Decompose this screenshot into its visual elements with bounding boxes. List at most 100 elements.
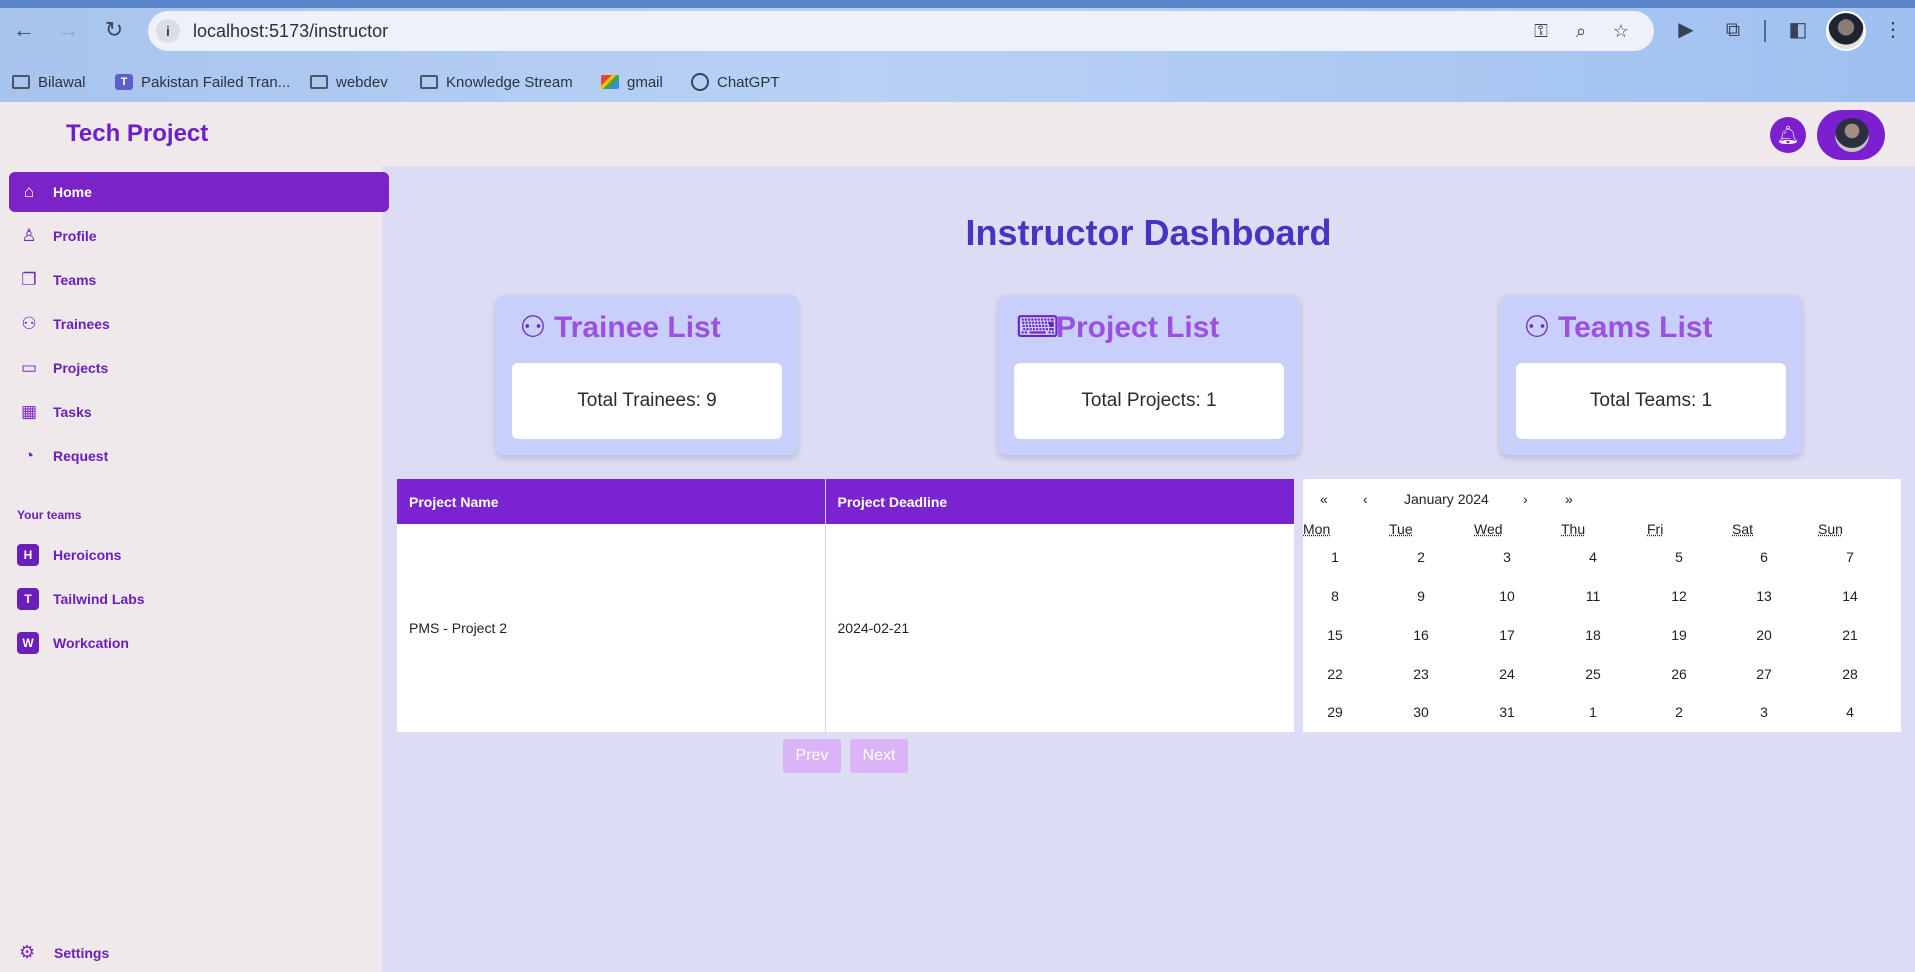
- bookmark-item[interactable]: Bilawal: [12, 70, 86, 94]
- card-title: Project List: [1056, 311, 1220, 344]
- home-icon: ⌂: [23, 182, 35, 201]
- calendar-first-button[interactable]: «: [1320, 491, 1328, 507]
- calendar-day[interactable]: 3: [1487, 549, 1527, 565]
- calendar-next-button[interactable]: ›: [1523, 491, 1528, 507]
- calendar-day[interactable]: 18: [1573, 627, 1613, 643]
- card-title: Trainee List: [554, 311, 721, 344]
- calendar-day[interactable]: 21: [1830, 627, 1870, 643]
- settings-link[interactable]: ⚙ Settings: [19, 942, 109, 963]
- sidebar-item-profile[interactable]: ♙ Profile: [9, 216, 389, 256]
- calendar-day[interactable]: 6: [1744, 549, 1784, 565]
- calendar-day[interactable]: 14: [1830, 588, 1870, 604]
- calendar-day[interactable]: 4: [1830, 704, 1870, 720]
- bookmark-item[interactable]: Knowledge Stream: [420, 70, 573, 94]
- calendar-day[interactable]: 12: [1659, 588, 1699, 604]
- calendar-day[interactable]: 23: [1401, 666, 1441, 682]
- project-list-card[interactable]: ⌨ Project List Total Projects: 1: [998, 295, 1300, 455]
- card-count: Total Teams: 1: [1516, 363, 1786, 439]
- user-avatar-button[interactable]: [1817, 110, 1885, 160]
- documents-icon: ❐: [21, 270, 37, 289]
- calendar-day[interactable]: 11: [1573, 588, 1613, 604]
- sidebar-item-teams[interactable]: ❐ Teams: [9, 260, 389, 300]
- menu-icon[interactable]: ⋮: [1880, 17, 1906, 43]
- users-icon: ⚇: [519, 311, 547, 344]
- calendar-day[interactable]: 28: [1830, 666, 1870, 682]
- calendar-day[interactable]: 2: [1401, 549, 1441, 565]
- trainee-list-card[interactable]: ⚇ Trainee List Total Trainees: 9: [496, 295, 798, 455]
- calendar-prev-button[interactable]: ‹: [1363, 491, 1368, 507]
- calendar-day[interactable]: 8: [1315, 588, 1355, 604]
- bookmark-item[interactable]: T Pakistan Failed Tran...: [115, 70, 290, 94]
- zoom-icon[interactable]: ⌕: [1569, 19, 1593, 43]
- bookmarks-bar: Bilawal T Pakistan Failed Tran... webdev…: [0, 62, 1915, 102]
- side-panel-icon[interactable]: ◧: [1785, 17, 1811, 43]
- bookmark-item[interactable]: webdev: [310, 70, 388, 94]
- calendar-day[interactable]: 30: [1401, 704, 1441, 720]
- sidebar: ⌂ Home ♙ Profile ❐ Teams ⚇ Trainees ▭ Pr…: [0, 166, 389, 972]
- calendar-day[interactable]: 4: [1573, 549, 1613, 565]
- calendar-day[interactable]: 3: [1744, 704, 1784, 720]
- address-bar[interactable]: i localhost:5173/instructor ⚿ ⌕ ☆: [148, 11, 1654, 51]
- sidebar-item-home[interactable]: ⌂ Home: [9, 172, 389, 212]
- sidebar-item-projects[interactable]: ▭ Projects: [9, 348, 389, 388]
- calendar-day[interactable]: 31: [1487, 704, 1527, 720]
- calendar-day[interactable]: 2: [1659, 704, 1699, 720]
- calendar-day[interactable]: 22: [1315, 666, 1355, 682]
- calendar-day[interactable]: 17: [1487, 627, 1527, 643]
- calendar-month-label[interactable]: January 2024: [1404, 491, 1489, 507]
- gmail-icon: [601, 75, 619, 89]
- key-icon[interactable]: ⚿: [1529, 19, 1553, 43]
- avatar: [1835, 118, 1869, 152]
- sidebar-item-request[interactable]: ◔ Request: [9, 436, 389, 476]
- team-link-workcation[interactable]: Workcation: [53, 635, 129, 651]
- calendar-day[interactable]: 20: [1744, 627, 1784, 643]
- calendar-day[interactable]: 27: [1744, 666, 1784, 682]
- sidebar-item-trainees[interactable]: ⚇ Trainees: [9, 304, 389, 344]
- users-icon: ⚇: [21, 314, 37, 333]
- user-icon: ♙: [21, 226, 37, 245]
- calendar-day[interactable]: 29: [1315, 704, 1355, 720]
- calendar-day[interactable]: 1: [1315, 549, 1355, 565]
- calendar-day[interactable]: 5: [1659, 549, 1699, 565]
- calendar-day[interactable]: 25: [1573, 666, 1613, 682]
- weekday-label: Thu: [1561, 521, 1586, 537]
- bookmark-star-icon[interactable]: ☆: [1609, 19, 1633, 43]
- calendar-last-button[interactable]: »: [1565, 491, 1573, 507]
- prev-button[interactable]: Prev: [783, 739, 841, 773]
- sidebar-item-tasks[interactable]: ▦ Tasks: [9, 392, 389, 432]
- column-header-project-deadline[interactable]: Project Deadline: [824, 479, 1294, 524]
- back-icon[interactable]: ←: [10, 16, 38, 44]
- teams-list-card[interactable]: ⚇ Teams List Total Teams: 1: [1500, 295, 1802, 455]
- calendar-day[interactable]: 7: [1830, 549, 1870, 565]
- calendar-day[interactable]: 19: [1659, 627, 1699, 643]
- folder-icon: ▭: [20, 358, 38, 377]
- bell-icon[interactable]: 🔔︎: [1770, 117, 1806, 153]
- calendar-day[interactable]: 16: [1401, 627, 1441, 643]
- team-link-tailwind-labs[interactable]: Tailwind Labs: [53, 591, 145, 607]
- column-header-project-name[interactable]: Project Name: [397, 479, 825, 524]
- bookmark-item[interactable]: ChatGPT: [691, 70, 780, 94]
- site-info-icon[interactable]: i: [156, 19, 180, 43]
- team-link-heroicons[interactable]: Heroicons: [53, 547, 121, 563]
- calendar-day[interactable]: 10: [1487, 588, 1527, 604]
- next-button[interactable]: Next: [850, 739, 908, 773]
- project-deadline-cell: 2024-02-21: [824, 524, 1294, 732]
- weekday-label: Mon: [1303, 521, 1331, 537]
- calendar-day[interactable]: 9: [1401, 588, 1441, 604]
- calendar-day[interactable]: 24: [1487, 666, 1527, 682]
- camera-icon[interactable]: ▶: [1673, 17, 1699, 43]
- card-count: Total Trainees: 9: [512, 363, 782, 439]
- forward-icon[interactable]: →: [54, 16, 82, 44]
- brand-title[interactable]: Tech Project: [66, 120, 208, 148]
- calendar-day[interactable]: 13: [1744, 588, 1784, 604]
- calendar-day[interactable]: 26: [1659, 666, 1699, 682]
- extensions-icon[interactable]: ⧉: [1720, 17, 1746, 43]
- page-title: Instructor Dashboard: [965, 212, 1332, 253]
- calendar-day[interactable]: 1: [1573, 704, 1613, 720]
- tab-strip: [0, 0, 1915, 8]
- bookmark-item[interactable]: gmail: [601, 70, 663, 94]
- reload-icon[interactable]: ↻: [100, 16, 128, 44]
- table-row[interactable]: PMS - Project 2 2024-02-21: [397, 524, 1294, 732]
- calendar-day[interactable]: 15: [1315, 627, 1355, 643]
- browser-profile-avatar[interactable]: [1826, 11, 1866, 51]
